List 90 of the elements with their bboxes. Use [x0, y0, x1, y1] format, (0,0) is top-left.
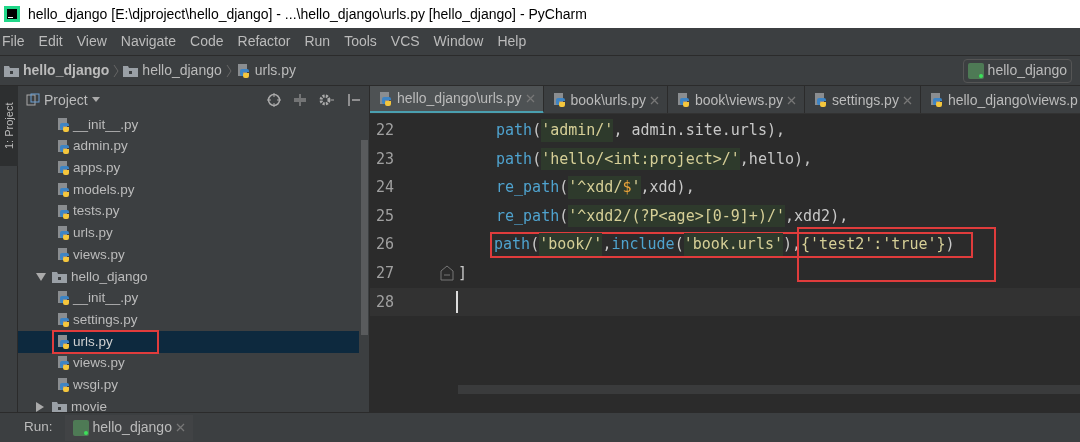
menu-item[interactable]: Navigate — [120, 31, 177, 52]
editor-tab[interactable]: settings.py — [804, 86, 921, 113]
line-number: 23 — [375, 148, 396, 170]
close-icon[interactable] — [650, 95, 659, 105]
line-number: 22 — [375, 120, 396, 142]
menu-item[interactable]: VCS — [390, 31, 420, 52]
editor-tab[interactable]: book\views.py — [668, 86, 805, 113]
tree-file[interactable]: wsgi.py — [54, 374, 120, 396]
scrollbar-thumb[interactable] — [361, 140, 368, 335]
hide-panel-icon[interactable] — [347, 93, 361, 107]
close-icon[interactable] — [786, 95, 796, 105]
tree-file[interactable]: tests.py — [54, 201, 122, 222]
line-number: 26 — [375, 234, 396, 256]
python-file-icon — [56, 225, 71, 242]
close-icon[interactable] — [175, 423, 185, 432]
django-icon — [72, 419, 89, 436]
menu-item[interactable]: Edit — [38, 31, 63, 52]
chevron-icon — [113, 63, 120, 78]
chevron-icon — [225, 63, 232, 78]
python-file-icon — [56, 377, 71, 394]
settings-icon[interactable] — [319, 93, 335, 107]
tree-file[interactable]: __init__.py — [54, 288, 141, 309]
line-number: 24 — [375, 177, 396, 199]
python-file-icon — [56, 203, 71, 220]
python-file-icon — [56, 138, 71, 155]
close-icon[interactable] — [525, 94, 535, 103]
folder-icon — [4, 64, 19, 77]
menu-item[interactable]: Run — [304, 31, 331, 52]
window-title: hello_django [E:\djproject\hello_django] - ...\hello_django\urls.py [hello_django] - PyCharm — [28, 4, 587, 24]
run-config-selector[interactable]: hello_django — [962, 58, 1072, 83]
menu-item[interactable]: Help — [497, 31, 527, 52]
tree-folder[interactable]: movie — [52, 396, 107, 412]
python-file-icon — [676, 92, 691, 108]
tree-toggle-icon[interactable] — [36, 272, 48, 281]
django-icon — [967, 62, 984, 79]
tree-file[interactable]: apps.py — [54, 158, 123, 179]
tree-file[interactable]: views.py — [54, 244, 127, 266]
panel-title[interactable]: Project — [44, 89, 88, 111]
python-file-icon — [56, 312, 71, 329]
python-file-icon — [56, 160, 71, 177]
folder-icon — [52, 400, 67, 412]
breadcrumb-item[interactable]: hello_django — [123, 60, 222, 81]
python-file-icon — [56, 333, 71, 350]
editor-tab[interactable]: hello_django\urls.py — [370, 86, 544, 113]
python-file-icon — [56, 116, 71, 133]
run-tab[interactable]: hello_django — [64, 414, 193, 441]
line-number: 27 — [375, 263, 396, 284]
menu-item[interactable]: View — [76, 31, 107, 52]
folder-icon — [123, 64, 139, 77]
python-file-icon — [56, 355, 71, 372]
code-line: path('admin/', admin.site.urls), — [495, 118, 786, 144]
fold-icon[interactable] — [440, 265, 454, 282]
tree-folder[interactable]: hello_django — [52, 266, 148, 287]
python-file-icon — [56, 246, 71, 263]
dropdown-caret-icon[interactable] — [91, 97, 100, 103]
menu-item[interactable]: Window — [433, 31, 484, 52]
folder-icon — [52, 270, 67, 283]
close-icon[interactable] — [902, 95, 912, 105]
breadcrumb-item[interactable]: hello_django — [4, 60, 110, 81]
line-number: 28 — [375, 291, 396, 313]
python-file-icon — [56, 290, 71, 307]
tree-file[interactable]: admin.py — [54, 136, 130, 157]
python-file-icon — [56, 181, 71, 198]
menu-item[interactable]: File — [2, 31, 25, 52]
locate-icon[interactable] — [267, 93, 281, 107]
run-label: Run: — [24, 418, 53, 437]
line-number: 25 — [375, 205, 396, 227]
python-file-icon — [378, 90, 393, 107]
python-file-icon — [235, 62, 251, 79]
tree-file[interactable]: models.py — [54, 179, 137, 201]
collapse-icon[interactable] — [293, 93, 307, 107]
menu-item[interactable]: Code — [190, 31, 224, 52]
python-file-icon — [812, 92, 828, 108]
text-cursor — [456, 290, 458, 313]
app-logo-icon — [4, 6, 20, 22]
editor-tab[interactable]: book\urls.py — [543, 86, 668, 113]
project-tool-tab[interactable]: 1: Project — [0, 86, 18, 166]
tree-file[interactable]: views.py — [54, 353, 127, 374]
tree-file[interactable]: __init__.py — [54, 114, 141, 135]
project-view-icon — [26, 93, 40, 107]
editor-tab[interactable]: hello_django\views.p — [920, 86, 1080, 113]
menu-item[interactable]: Refactor — [237, 31, 291, 52]
code-line: ] — [457, 263, 469, 284]
tree-file[interactable]: settings.py — [54, 309, 140, 331]
code-line: re_path('^xdd/$',xdd), — [495, 175, 696, 201]
breadcrumb-item[interactable]: urls.py — [235, 60, 296, 81]
menu-item[interactable]: Tools — [344, 31, 377, 52]
python-file-icon — [551, 92, 567, 108]
tree-file[interactable]: urls.py — [54, 223, 115, 244]
python-file-icon — [928, 92, 944, 108]
